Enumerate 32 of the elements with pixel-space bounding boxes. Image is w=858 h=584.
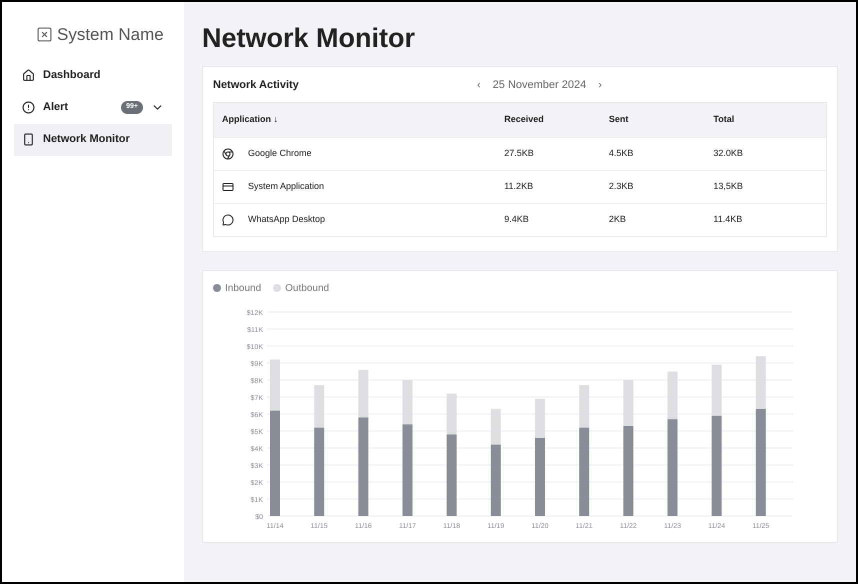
next-button[interactable]: › xyxy=(594,77,606,94)
table-cell-text: Google Chrome xyxy=(248,146,312,160)
table-cell-text: 13,5KB xyxy=(713,180,744,193)
table-cell-text: WhatsApp Desktop xyxy=(248,212,326,226)
table-cell-text: 9.4KB xyxy=(504,212,530,226)
brand-name: System Name xyxy=(57,24,164,46)
browser-icon xyxy=(222,148,234,160)
column-header: Received xyxy=(504,112,545,126)
house-icon xyxy=(22,69,35,82)
alert-icon xyxy=(22,101,35,114)
column-header: Sent xyxy=(608,112,630,126)
device-icon xyxy=(22,133,35,146)
card-title: Network Activity xyxy=(213,78,300,93)
previous-button[interactable]: ‹ xyxy=(473,77,485,94)
legend-label: Inbound xyxy=(225,282,262,296)
table-cell-text: 27.5KB xyxy=(504,146,535,160)
legend-label: Outbound xyxy=(285,282,330,296)
table-cell-text: 11.2KB xyxy=(504,180,534,193)
table-cell-text: 11.4KB xyxy=(713,212,744,226)
column-header: Total xyxy=(713,112,736,126)
column-header[interactable]: Application ↓ xyxy=(222,112,504,126)
date-label: 25 November 2024 xyxy=(492,78,586,93)
table-cell-text: 4.5KB xyxy=(608,146,634,160)
page-title: Network Monitor xyxy=(202,22,415,54)
table-cell-text: 2KB xyxy=(608,212,627,226)
table-cell-text: 2.3KB xyxy=(608,180,634,193)
table-cell-text: 32.0KB xyxy=(713,146,744,160)
card-icon xyxy=(222,180,234,192)
table-cell-text: System Application xyxy=(248,180,324,193)
logo-icon xyxy=(36,26,53,44)
chat-icon xyxy=(222,214,234,226)
nav-item[interactable]: Network Monitor xyxy=(14,124,172,156)
